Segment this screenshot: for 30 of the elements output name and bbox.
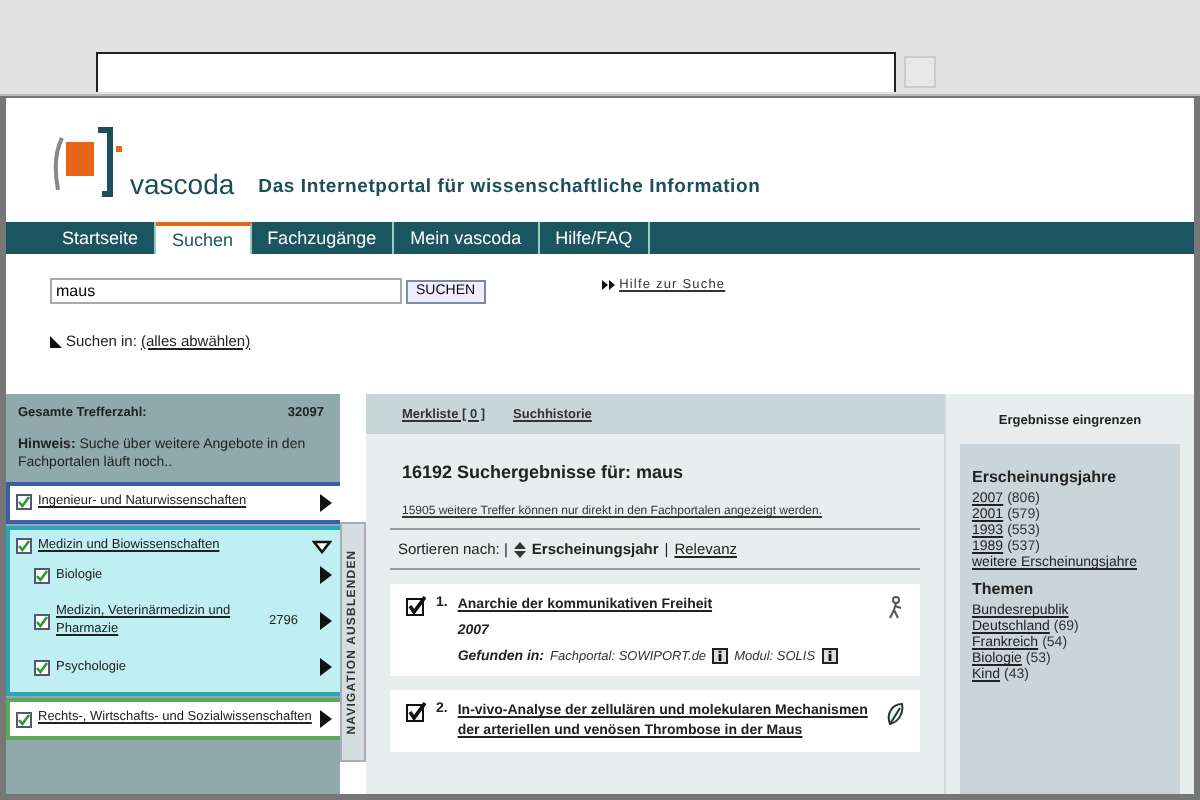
tagline: Das Internetportal für wissenschaftliche Information xyxy=(258,176,761,198)
triangle-right-icon[interactable] xyxy=(320,710,332,729)
figure-icon xyxy=(888,596,904,620)
address-field[interactable] xyxy=(96,52,896,92)
checked-checkbox[interactable] xyxy=(34,613,50,630)
triangle-right-icon[interactable] xyxy=(320,658,332,677)
logo-text: vascoda xyxy=(130,170,235,198)
checked-checkbox[interactable] xyxy=(34,567,50,584)
info-icon[interactable] xyxy=(821,648,838,665)
checked-checkbox[interactable] xyxy=(34,659,50,676)
logo-icon xyxy=(50,126,126,198)
corner-triangle-icon xyxy=(50,335,62,347)
checked-checkbox[interactable] xyxy=(406,702,426,723)
info-icon[interactable] xyxy=(712,648,729,665)
triangle-down-icon[interactable] xyxy=(312,539,332,554)
leaf-icon xyxy=(886,702,904,727)
checked-checkbox[interactable] xyxy=(16,711,32,728)
search-field[interactable]: maus xyxy=(50,278,402,304)
facet-title: Themen xyxy=(972,580,1036,598)
facet-title: Erscheinungsjahre xyxy=(972,468,1119,486)
double-arrow-icon xyxy=(601,280,616,290)
results-heading: 16192 Suchergebnisse für: maus xyxy=(400,460,686,482)
sort-arrows-icon xyxy=(513,541,526,557)
checked-checkbox[interactable] xyxy=(406,596,426,616)
triangle-right-icon[interactable] xyxy=(320,566,332,585)
triangle-right-icon[interactable] xyxy=(320,493,332,512)
checked-checkbox[interactable] xyxy=(16,538,32,555)
triangle-right-icon[interactable] xyxy=(320,612,332,631)
nav-tab[interactable]: Suchen xyxy=(156,222,252,254)
checked-checkbox[interactable] xyxy=(16,494,32,511)
